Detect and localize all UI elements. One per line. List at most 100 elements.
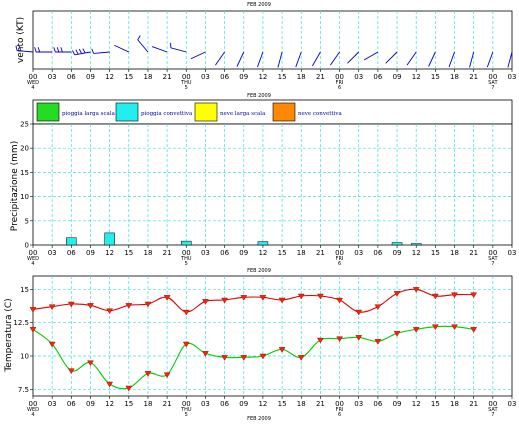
legend-label: pioggia convettiva bbox=[141, 111, 193, 117]
x-tick-label: 21 bbox=[316, 249, 325, 257]
x-tick-label: 09 bbox=[239, 73, 248, 81]
temp-yaxis: 7.5 10 12.5 15 bbox=[13, 286, 33, 394]
x-tick-label: 06 bbox=[373, 73, 382, 81]
x-tick-label: 18 bbox=[450, 400, 459, 408]
x-tick-label: 03 bbox=[508, 400, 517, 408]
y-tick-label: 10 bbox=[20, 193, 29, 201]
precip-ylabel: Precipitazione (mm) bbox=[10, 141, 20, 231]
x-tick-label: 03 bbox=[201, 73, 210, 81]
precip-bar bbox=[66, 237, 77, 246]
precip-bar bbox=[410, 243, 422, 246]
x-tick-label: 09 bbox=[86, 249, 95, 257]
x-tick-label: 12 bbox=[412, 249, 421, 257]
x-tick-label: 06 bbox=[373, 249, 382, 257]
x-tick-label: 12 bbox=[258, 400, 267, 408]
x-tick-label: 15 bbox=[278, 249, 287, 257]
x-tick-label: 03 bbox=[354, 400, 363, 408]
x-tick-label: 12 bbox=[105, 400, 114, 408]
x-tick-label: 06 bbox=[220, 73, 229, 81]
x-tick-label: 18 bbox=[450, 73, 459, 81]
x-tick-label: 03 bbox=[201, 249, 210, 257]
precip-plot-area bbox=[32, 123, 513, 246]
x-tick-label: 06 bbox=[67, 73, 76, 81]
wind-plot-area bbox=[32, 10, 513, 70]
x-tick-label: 06 bbox=[220, 249, 229, 257]
day-number: 6 bbox=[338, 85, 341, 91]
x-tick-label: 06 bbox=[67, 249, 76, 257]
x-tick-label: 15 bbox=[124, 73, 133, 81]
x-tick-label: 09 bbox=[86, 73, 95, 81]
legend-swatch bbox=[272, 102, 296, 122]
x-tick-label: 21 bbox=[469, 249, 478, 257]
y-tick-label: 12.5 bbox=[13, 319, 29, 327]
y-tick-label: 25 bbox=[20, 121, 29, 129]
x-tick-label: 12 bbox=[105, 73, 114, 81]
x-tick-label: 15 bbox=[431, 73, 440, 81]
temp-ylabel: Temperatura (C) bbox=[4, 298, 14, 372]
x-tick-label: 18 bbox=[297, 400, 306, 408]
x-tick-label: 18 bbox=[297, 73, 306, 81]
x-tick-label: 21 bbox=[469, 73, 478, 81]
precip-bar bbox=[104, 232, 115, 246]
temp-panel: 7.51012.515 Temperatura (C) 00 03 06 09 12 15… bbox=[4, 275, 517, 418]
x-tick-label: 03 bbox=[508, 73, 517, 81]
x-tick-label: 09 bbox=[86, 400, 95, 408]
wind-xaxis: 00 03 06 09 12 15 18 21 00 03 06 09 12 15 18 21 00 03 06 09… bbox=[27, 69, 516, 91]
legend-swatch bbox=[194, 102, 218, 122]
x-tick-label: 03 bbox=[48, 249, 57, 257]
x-tick-label: 21 bbox=[316, 400, 325, 408]
day-number: 4 bbox=[31, 412, 34, 418]
precip-bar bbox=[257, 241, 269, 246]
x-tick-label: 15 bbox=[431, 249, 440, 257]
month-label-bottom: FEB 2009 bbox=[247, 416, 271, 422]
x-tick-label: 21 bbox=[163, 400, 172, 408]
x-tick-label: 03 bbox=[508, 249, 517, 257]
y-tick-label: 15 bbox=[20, 169, 29, 177]
day-number: 7 bbox=[491, 85, 494, 91]
x-tick-label: 12 bbox=[105, 249, 114, 257]
x-tick-label: 09 bbox=[393, 400, 402, 408]
precip-bar bbox=[181, 240, 192, 246]
x-tick-label: 21 bbox=[163, 249, 172, 257]
legend-label: neve convettiva bbox=[298, 111, 342, 117]
x-tick-label: 21 bbox=[163, 73, 172, 81]
legend-swatch bbox=[36, 102, 60, 122]
day-number: 5 bbox=[185, 412, 188, 418]
x-tick-label: 03 bbox=[48, 73, 57, 81]
x-tick-label: 03 bbox=[354, 73, 363, 81]
day-number: 5 bbox=[185, 85, 188, 91]
legend-label: pioggia larga scala bbox=[62, 111, 116, 117]
x-tick-label: 12 bbox=[412, 400, 421, 408]
y-tick-label: 10 bbox=[20, 353, 29, 361]
x-tick-label: 03 bbox=[354, 249, 363, 257]
x-tick-label: 09 bbox=[239, 249, 248, 257]
x-tick-label: 09 bbox=[393, 73, 402, 81]
x-tick-label: 09 bbox=[239, 400, 248, 408]
temp-plot-area bbox=[32, 275, 513, 397]
y-tick-label: 7.5 bbox=[18, 386, 29, 394]
x-tick-label: 18 bbox=[450, 249, 459, 257]
x-tick-label: 12 bbox=[258, 73, 267, 81]
day-number: 6 bbox=[338, 261, 341, 267]
x-tick-label: 09 bbox=[393, 249, 402, 257]
x-tick-label: 21 bbox=[469, 400, 478, 408]
precip-xaxis: 00 03 06 09 12 15 18 21 00 03 06 09 12 15 18 21 00 03 06 09… bbox=[27, 245, 516, 267]
precip-panel: 0510152025 Precipitazione (mm) 00 03 06 09 1… bbox=[10, 121, 516, 268]
precip-legend: pioggia larga scala pioggia convettiva nev… bbox=[32, 99, 513, 125]
month-label-precip: FEB 2009 bbox=[247, 268, 271, 274]
month-label-top: FEB 2009 bbox=[247, 2, 271, 8]
wind-ylabel: vento (KT) bbox=[16, 17, 26, 63]
day-number: 5 bbox=[185, 261, 188, 267]
month-label-wind: FEB 2009 bbox=[247, 93, 271, 99]
x-tick-label: 12 bbox=[412, 73, 421, 81]
x-tick-label: 15 bbox=[278, 73, 287, 81]
legend-swatch bbox=[115, 102, 139, 122]
day-number: 6 bbox=[338, 412, 341, 418]
x-tick-label: 15 bbox=[124, 400, 133, 408]
x-tick-label: 03 bbox=[201, 400, 210, 408]
x-tick-label: 18 bbox=[143, 249, 152, 257]
precip-yaxis: 0510152025 bbox=[20, 121, 33, 250]
x-tick-label: 15 bbox=[278, 400, 287, 408]
x-tick-label: 21 bbox=[316, 73, 325, 81]
day-number: 7 bbox=[491, 412, 494, 418]
